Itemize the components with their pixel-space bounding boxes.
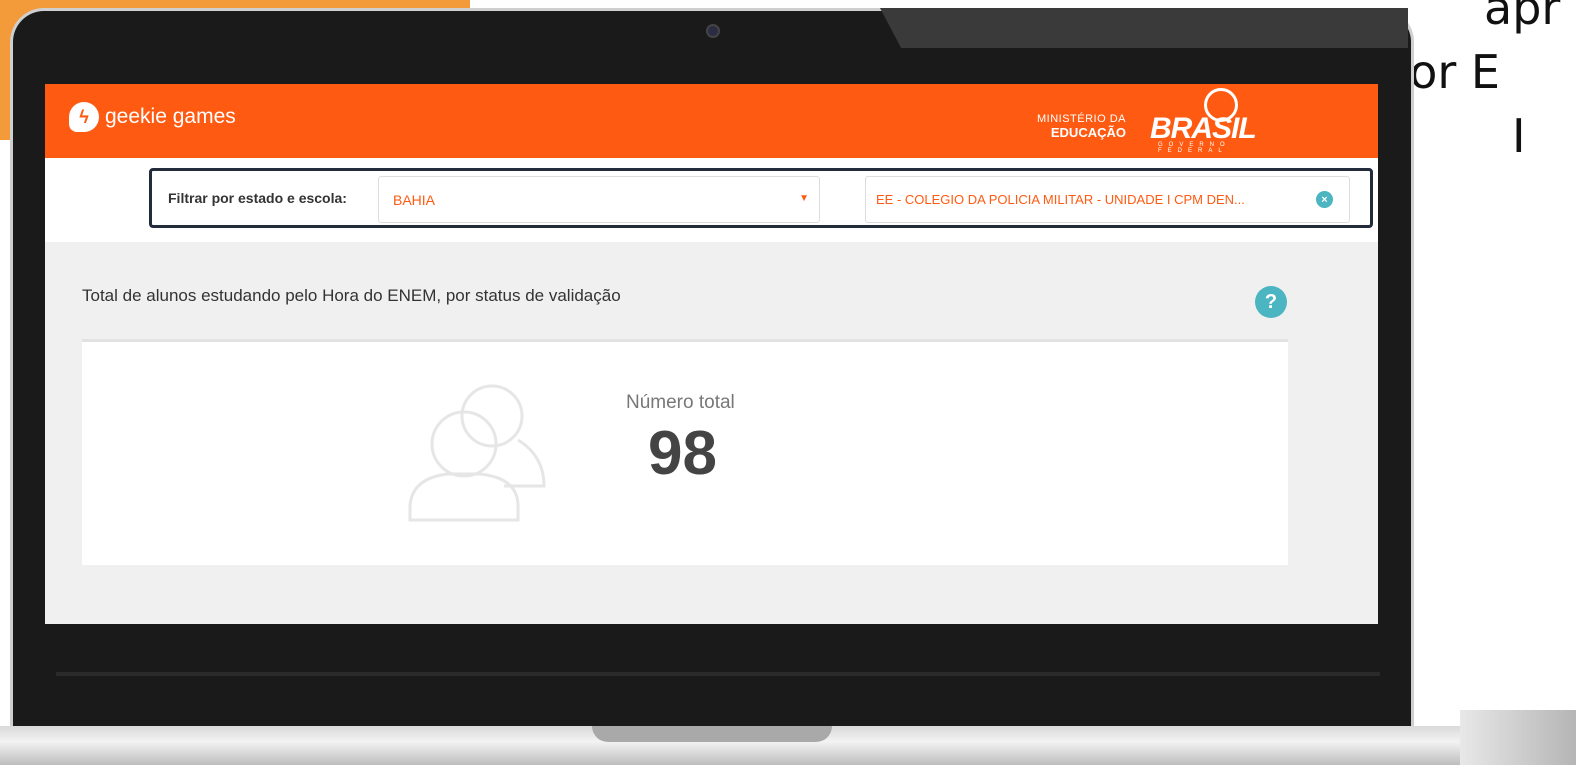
- lightning-bolt-icon: ϟ: [69, 102, 99, 132]
- ministry-line-2: EDUCAÇÃO: [1050, 125, 1126, 140]
- app-screen: ϟ geekie games MINISTÉRIO DA EDUCAÇÃO BR…: [45, 84, 1378, 624]
- bezel-divider: [56, 672, 1380, 676]
- main-content: Total de alunos estudando pelo Hora do E…: [45, 242, 1378, 624]
- stat-label: Número total: [626, 392, 735, 413]
- brasil-word: BRASIL: [1150, 112, 1257, 145]
- laptop-base-edge: [1460, 710, 1576, 765]
- school-select[interactable]: EE - COLEGIO DA POLICIA MILITAR - UNIDAD…: [865, 176, 1350, 223]
- brand-name: geekie games: [105, 105, 236, 128]
- stat-value: 98: [648, 419, 717, 488]
- stat-card: Número total 98: [82, 339, 1288, 565]
- laptop-notch: [592, 726, 832, 742]
- webcam-icon: [706, 24, 720, 38]
- filter-box: Filtrar por estado e escola: BAHIA ▼ EE …: [149, 168, 1373, 228]
- brand-logo[interactable]: ϟ geekie games: [69, 102, 236, 132]
- screen-glare: [880, 8, 1408, 48]
- help-icon[interactable]: ?: [1255, 286, 1287, 318]
- state-select-value: BAHIA: [393, 191, 436, 208]
- users-icon: [408, 384, 546, 522]
- government-logo: MINISTÉRIO DA EDUCAÇÃO BRASIL GOVERNO FE…: [1037, 88, 1290, 154]
- top-bar: ϟ geekie games MINISTÉRIO DA EDUCAÇÃO BR…: [45, 84, 1378, 158]
- close-icon[interactable]: ×: [1316, 191, 1333, 208]
- state-select[interactable]: BAHIA ▼: [378, 176, 820, 223]
- brasil-logo: BRASIL GOVERNO FEDERAL: [1140, 88, 1290, 154]
- gov-subtitle: GOVERNO FEDERAL: [1158, 142, 1231, 154]
- filter-label: Filtrar por estado e escola:: [168, 190, 347, 206]
- filter-bar: Filtrar por estado e escola: BAHIA ▼ EE …: [45, 158, 1378, 242]
- ministry-label: MINISTÉRIO DA EDUCAÇÃO: [1037, 113, 1126, 139]
- chevron-down-icon: ▼: [799, 193, 809, 204]
- stage: apr por E I ϟ geekie games MINISTÉRIO DA…: [0, 0, 1576, 765]
- school-select-value: EE - COLEGIO DA POLICIA MILITAR - UNIDAD…: [876, 192, 1245, 207]
- section-title: Total de alunos estudando pelo Hora do E…: [82, 286, 621, 305]
